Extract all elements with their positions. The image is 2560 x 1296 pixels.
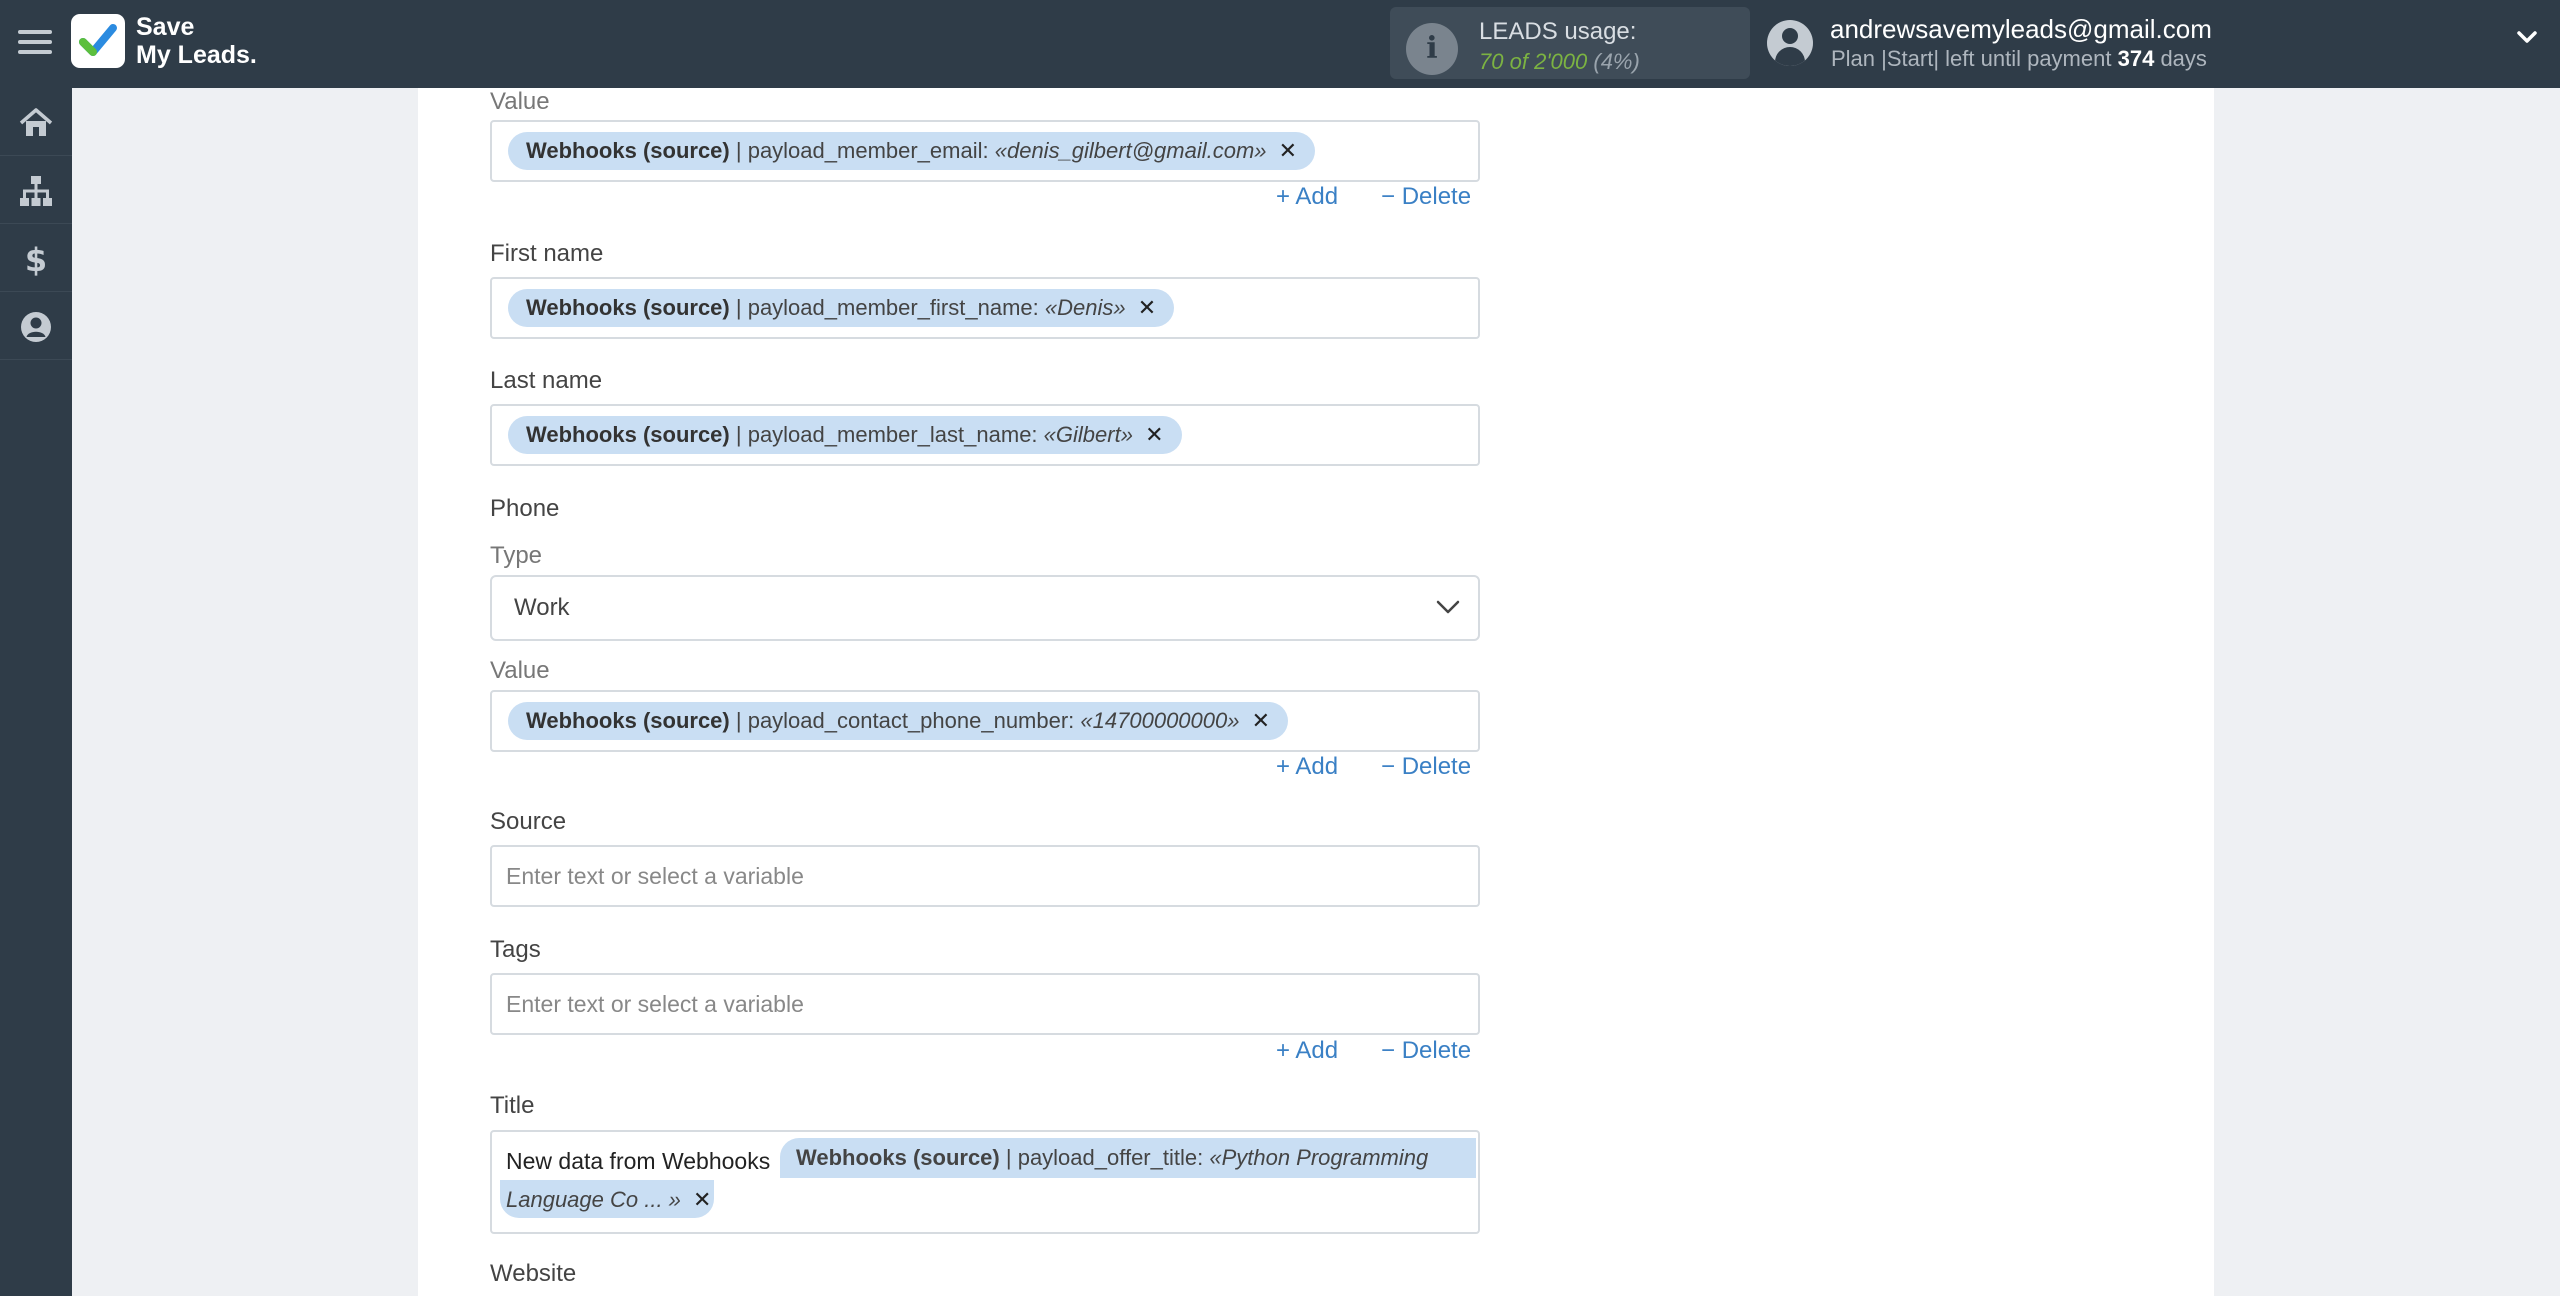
delete-label: Delete [1401, 183, 1472, 210]
first-name-label: First name [490, 240, 604, 267]
variable-tag[interactable]: Webhooks (source) | payload_member_email… [508, 132, 1316, 170]
tag-field: | payload_member_email: [735, 138, 989, 163]
minus-icon: − [1381, 1037, 1396, 1064]
email-value-field[interactable]: Webhooks (source) | payload_member_email… [490, 120, 1480, 182]
close-icon[interactable]: ✕ [1279, 138, 1297, 163]
menu-icon[interactable] [18, 24, 52, 62]
tag-source: Webhooks (source) [526, 422, 730, 447]
tags-input[interactable]: Enter text or select a variable [490, 973, 1480, 1035]
close-icon[interactable]: ✕ [1145, 422, 1163, 447]
source-label: Source [490, 808, 567, 835]
add-label: Add [1295, 1037, 1339, 1064]
source-input[interactable]: Enter text or select a variable [490, 845, 1480, 907]
usage-used: 70 [1479, 49, 1504, 74]
chevron-down-icon[interactable] [2516, 26, 2538, 48]
sidebar-item-billing[interactable]: $ [0, 224, 72, 292]
info-icon: i [1406, 23, 1458, 75]
sidebar-item-home[interactable] [0, 88, 72, 156]
phone-value-label: Value [490, 657, 550, 684]
tag-field: | payload_member_last_name: [735, 422, 1038, 447]
delete-label: Delete [1401, 753, 1472, 780]
tag-source: Webhooks (source) [796, 1145, 1000, 1170]
website-label: Website [490, 1260, 577, 1287]
add-button[interactable]: + Add [1276, 1037, 1338, 1065]
usage-total: 2'000 [1534, 49, 1588, 74]
plus-icon: + [1276, 753, 1291, 780]
close-icon[interactable]: ✕ [1252, 708, 1270, 733]
plan-days: 374 [2117, 46, 2155, 71]
variable-tag[interactable]: Webhooks (source) | payload_offer_title:… [780, 1138, 1476, 1178]
logo-line-1: Save [136, 13, 195, 41]
home-icon [19, 108, 53, 136]
plan-prefix: Plan |Start| left until payment [1831, 46, 2112, 71]
variable-tag[interactable]: Webhooks (source) | payload_member_last_… [508, 416, 1182, 454]
leads-usage-panel[interactable]: i LEADS usage: 70 of 2'000 (4%) [1390, 7, 1750, 79]
tag-source: Webhooks (source) [526, 708, 730, 733]
variable-tag[interactable]: Webhooks (source) | payload_member_first… [508, 289, 1175, 327]
tag-value: «Gilbert» [1043, 422, 1133, 447]
usage-of: of [1509, 49, 1528, 74]
sidebar-item-connections[interactable] [0, 156, 72, 224]
tags-label: Tags [490, 936, 541, 963]
phone-type-value: Work [514, 594, 570, 621]
delete-label: Delete [1401, 1037, 1472, 1064]
tag-value-line-2: Language Co ... » [506, 1187, 681, 1212]
last-name-label: Last name [490, 367, 603, 394]
usage-value: 70 of 2'000 (4%) [1479, 49, 1640, 75]
logo-text[interactable]: Save My Leads. [136, 13, 257, 69]
sidebar-item-account[interactable] [0, 292, 72, 360]
tags-placeholder: Enter text or select a variable [506, 991, 804, 1017]
source-placeholder: Enter text or select a variable [506, 863, 804, 889]
tag-value: «14700000000» [1080, 708, 1240, 733]
phone-label: Phone [490, 495, 560, 522]
plan-suffix: days [2160, 46, 2207, 71]
add-button[interactable]: + Add [1276, 753, 1338, 781]
tag-field: | payload_member_first_name: [735, 295, 1039, 320]
plus-icon: + [1276, 183, 1291, 210]
user-avatar-icon[interactable] [1767, 20, 1813, 66]
logo-icon[interactable] [71, 14, 125, 68]
svg-text:$: $ [25, 241, 47, 277]
tag-value: «denis_gilbert@gmail.com» [994, 138, 1267, 163]
delete-button[interactable]: − Delete [1381, 1037, 1471, 1065]
close-icon[interactable]: ✕ [1138, 295, 1156, 320]
tag-field: | payload_offer_title: [1005, 1145, 1204, 1170]
tag-value: «Denis» [1044, 295, 1126, 320]
minus-icon: − [1381, 753, 1396, 780]
phone-value-field[interactable]: Webhooks (source) | payload_contact_phon… [490, 690, 1480, 752]
minus-icon: − [1381, 183, 1396, 210]
add-label: Add [1295, 183, 1339, 210]
close-icon[interactable]: ✕ [693, 1187, 711, 1212]
tag-source: Webhooks (source) [526, 295, 730, 320]
logo-line-2: My Leads. [136, 41, 257, 69]
title-static-text: New data from Webhooks [506, 1148, 771, 1174]
chevron-down-icon [1436, 600, 1460, 614]
tag-source: Webhooks (source) [526, 138, 730, 163]
title-field[interactable]: New data from Webhooks Webhooks (source)… [490, 1130, 1480, 1234]
tag-field: | payload_contact_phone_number: [735, 708, 1075, 733]
sitemap-icon [20, 176, 52, 206]
title-label: Title [490, 1092, 535, 1119]
variable-tag-continued[interactable]: Language Co ... » ✕ [500, 1180, 714, 1218]
user-email[interactable]: andrewsavemyleads@gmail.com [1830, 14, 2212, 45]
first-name-field[interactable]: Webhooks (source) | payload_member_first… [490, 277, 1480, 339]
add-label: Add [1295, 753, 1339, 780]
last-name-field[interactable]: Webhooks (source) | payload_member_last_… [490, 404, 1480, 466]
phone-type-label: Type [490, 542, 543, 569]
dollar-icon: $ [25, 241, 47, 277]
email-value-label: Value [490, 88, 550, 115]
delete-button[interactable]: − Delete [1381, 753, 1471, 781]
sidebar: $ [0, 88, 72, 1296]
tag-value-line-1: «Python Programming [1209, 1145, 1429, 1170]
user-plan: Plan |Start| left until payment 374 days [1831, 46, 2207, 72]
add-button[interactable]: + Add [1276, 183, 1338, 211]
variable-tag[interactable]: Webhooks (source) | payload_contact_phon… [508, 702, 1289, 740]
plus-icon: + [1276, 1037, 1291, 1064]
top-header: Save My Leads. i LEADS usage: 70 of 2'00… [0, 0, 2560, 88]
delete-button[interactable]: − Delete [1381, 183, 1471, 211]
usage-title: LEADS usage: [1479, 18, 1637, 45]
user-circle-icon [21, 312, 51, 342]
phone-type-select[interactable]: Work [490, 575, 1480, 641]
usage-percent: (4%) [1593, 49, 1640, 74]
